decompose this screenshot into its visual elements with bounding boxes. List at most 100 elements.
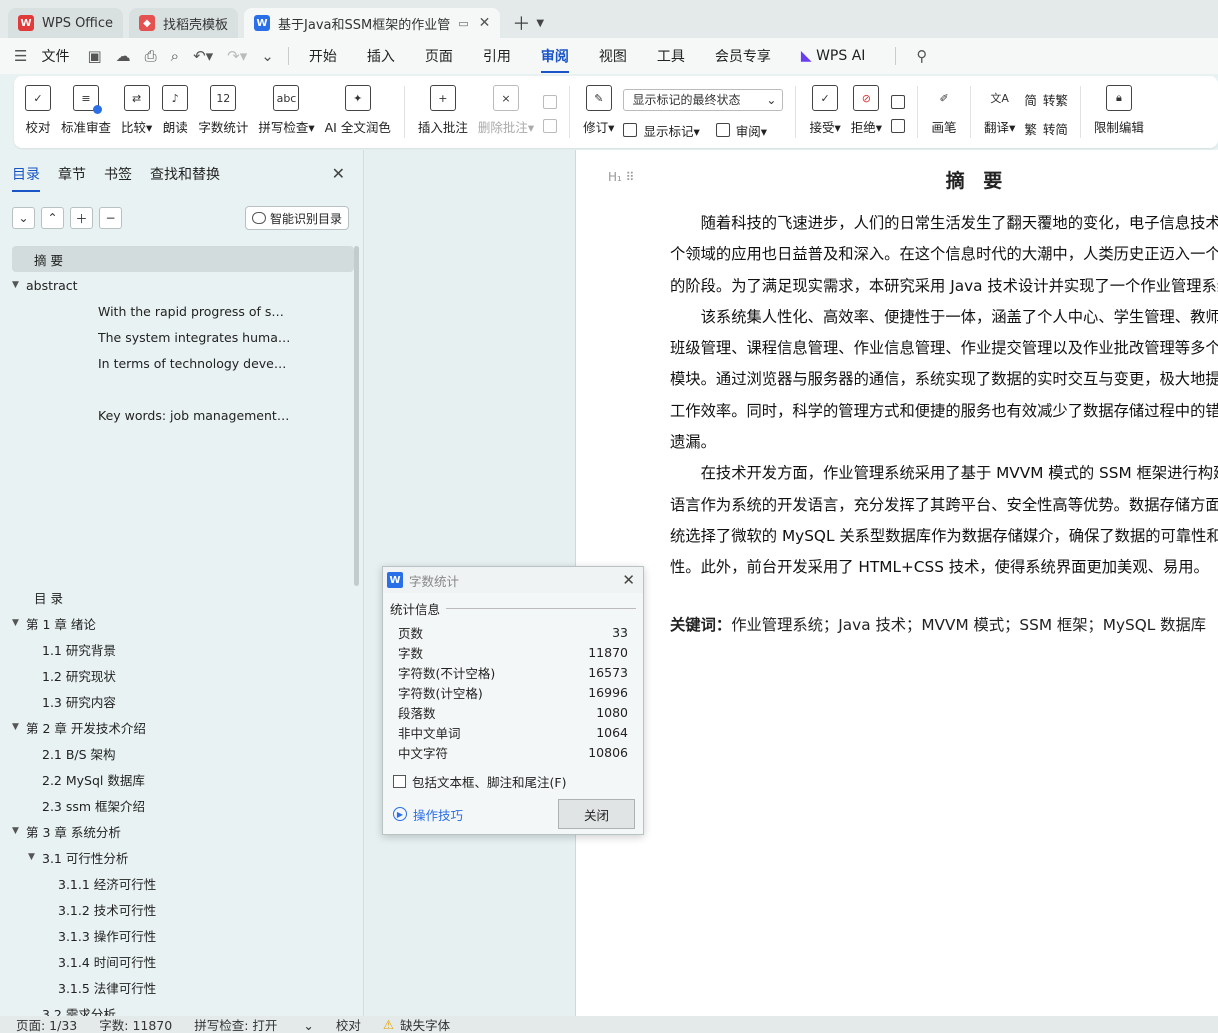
chevron-down-icon[interactable]: ▼ <box>536 18 544 29</box>
close-tab-icon[interactable]: ✕ <box>479 15 491 31</box>
toc-item[interactable]: 1.2 研究现状 <box>12 662 354 688</box>
delete-comment-button[interactable]: × 删除批注▾ <box>473 80 539 148</box>
read-aloud-button[interactable]: ♪ 朗读 <box>157 80 193 148</box>
save-icon[interactable]: ▣ <box>87 47 101 65</box>
expand-down-button[interactable]: ⌄ <box>12 207 35 229</box>
toc-item[interactable]: 目 录 <box>12 584 354 610</box>
proof-status[interactable]: 校对 <box>336 1015 361 1033</box>
next-comment-icon[interactable] <box>543 119 558 133</box>
expand-arrow-icon[interactable]: ▼ <box>12 618 26 628</box>
standard-review-button[interactable]: ≡ 标准审查 <box>56 80 116 148</box>
expand-arrow-icon[interactable]: ▼ <box>12 826 26 836</box>
tab-toc[interactable]: 目录 <box>12 164 40 192</box>
scrollbar[interactable] <box>354 246 359 586</box>
toc-item[interactable]: 3.1.2 技术可行性 <box>12 896 354 922</box>
word-count-indicator[interactable]: 字数: 11870 <box>99 1015 172 1033</box>
page-indicator[interactable]: 页面: 1/33 <box>16 1015 77 1033</box>
prev-change-icon[interactable] <box>891 95 906 109</box>
insert-comment-button[interactable]: + 插入批注 <box>413 80 473 148</box>
toc-item[interactable]: 3.1.3 操作可行性 <box>12 922 354 948</box>
toc-item[interactable]: The system integrates huma… <box>12 324 354 350</box>
toc-item[interactable]: 3.1.1 经济可行性 <box>12 870 354 896</box>
expand-arrow-icon[interactable]: ▼ <box>12 280 26 290</box>
cloud-icon[interactable]: ☁ <box>116 47 131 65</box>
include-textbox-checkbox[interactable]: 包括文本框、脚注和尾注(F) <box>393 772 643 791</box>
add-heading-button[interactable]: ＋ <box>70 207 93 229</box>
show-markup-icon <box>623 123 638 137</box>
tips-link[interactable]: ▶ 操作技巧 <box>393 805 463 824</box>
document-page[interactable]: H₁ ⠿ 摘 要 随着科技的飞速进步，人们的日常生活发生了翻天覆地的变化，电子信… <box>575 150 1218 1016</box>
search-icon[interactable]: ⚲ <box>916 47 927 65</box>
ai-proofread-button[interactable]: ✦ AI 全文润色 <box>320 80 396 148</box>
toc-item[interactable]: ▼ 第 3 章 系统分析 <box>12 818 354 844</box>
collapse-up-button[interactable]: ⌃ <box>41 207 64 229</box>
close-icon[interactable]: ✕ <box>332 164 345 183</box>
menu-member[interactable]: 会员专享 <box>715 46 771 66</box>
toc-item[interactable]: 2.2 MySql 数据库 <box>12 766 354 792</box>
redo-icon[interactable]: ↷▾ <box>227 47 247 65</box>
print-icon[interactable]: ⎙ <box>145 47 157 65</box>
toc-item[interactable]: Key words: job management… <box>12 402 354 428</box>
undo-icon[interactable]: ↶▾ <box>193 47 213 65</box>
smart-toc-button[interactable]: 智能识别目录 <box>244 206 349 230</box>
menu-wps-ai[interactable]: ◣ WPS AI <box>801 48 866 64</box>
toc-item[interactable]: ▼ 3.1 可行性分析 <box>12 844 354 870</box>
print-preview-icon[interactable]: ⌕ <box>171 47 179 65</box>
show-markup-button[interactable]: 显示标记▾ <box>643 121 699 140</box>
accept-button[interactable]: ✓ 接受▾ <box>804 80 845 148</box>
menu-file[interactable]: 文件 <box>41 46 69 66</box>
menu-references[interactable]: 引用 <box>483 46 511 66</box>
next-change-icon[interactable] <box>891 119 906 133</box>
tab-document[interactable]: W 基于Java和SSM框架的作业管 ▭ ✕ <box>244 8 501 38</box>
new-tab-button[interactable]: ＋ ▼ <box>506 8 550 38</box>
to-simplified-button[interactable]: 繁转简 <box>1024 119 1068 138</box>
prev-comment-icon[interactable] <box>543 95 558 109</box>
toc-item[interactable]: ▼ abstract <box>12 272 354 298</box>
spell-check-button[interactable]: abc 拼写检查▾ <box>253 80 319 148</box>
more-chevron-icon[interactable]: ⌄ <box>261 47 274 65</box>
toc-item[interactable]: 3.1.4 时间可行性 <box>12 948 354 974</box>
to-traditional-button[interactable]: 简转繁 <box>1024 90 1068 109</box>
toc-item[interactable]: 1.1 研究背景 <box>12 636 354 662</box>
expand-arrow-icon[interactable]: ▼ <box>12 722 26 732</box>
menu-home[interactable]: 开始 <box>309 46 337 66</box>
menu-insert[interactable]: 插入 <box>367 46 395 66</box>
menu-review[interactable]: 审阅 <box>540 46 569 73</box>
menu-tools[interactable]: 工具 <box>657 46 685 66</box>
toc-item[interactable]: ▼ 第 1 章 绪论 <box>12 610 354 636</box>
close-button[interactable]: 关闭 <box>558 799 635 829</box>
toc-item[interactable]: 1.3 研究内容 <box>12 688 354 714</box>
tab-wps-office[interactable]: W WPS Office <box>8 8 124 38</box>
proofread-button[interactable]: ✓ 校对 <box>20 80 56 148</box>
brush-button[interactable]: ✐ 画笔 <box>926 80 962 148</box>
toc-item[interactable]: 2.3 ssm 框架介绍 <box>12 792 354 818</box>
toc-item[interactable]: 2.1 B/S 架构 <box>12 740 354 766</box>
checkbox-box[interactable] <box>393 775 406 788</box>
track-changes-button[interactable]: ✎ 修订▾ <box>578 80 619 148</box>
tab-find-replace[interactable]: 查找和替换 <box>150 164 220 184</box>
tab-sections[interactable]: 章节 <box>58 164 86 184</box>
menu-view[interactable]: 视图 <box>599 46 627 66</box>
word-count-button[interactable]: 12 字数统计 <box>193 80 253 148</box>
hamburger-icon[interactable]: ☰ <box>14 47 27 65</box>
missing-font-status[interactable]: 缺失字体 <box>400 1015 450 1033</box>
toc-item[interactable]: 摘 要 <box>12 246 354 272</box>
tab-bookmarks[interactable]: 书签 <box>104 164 132 184</box>
tab-template[interactable]: ◆ 找稻壳模板 <box>129 8 239 38</box>
toc-item[interactable]: In terms of technology deve… <box>12 350 354 376</box>
spell-check-status[interactable]: 拼写检查: 打开 ⌄ <box>194 1015 314 1033</box>
restrict-edit-button[interactable]: 🔒︎ 限制编辑 <box>1089 80 1149 148</box>
menu-page[interactable]: 页面 <box>425 46 453 66</box>
dialog-titlebar[interactable]: W 字数统计 ✕ <box>383 567 643 593</box>
remove-heading-button[interactable]: − <box>99 207 122 229</box>
close-icon[interactable]: ✕ <box>622 571 635 589</box>
toc-item[interactable]: 3.1.5 法律可行性 <box>12 974 354 1000</box>
display-markup-select[interactable]: 显示标记的最终状态 ⌄ <box>623 88 784 111</box>
expand-arrow-icon[interactable]: ▼ <box>28 852 42 862</box>
reject-button[interactable]: ⊘ 拒绝▾ <box>846 80 887 148</box>
toc-item[interactable]: With the rapid progress of s… <box>12 298 354 324</box>
translate-button[interactable]: 文A 翻译▾ <box>979 80 1020 148</box>
review-pane-button[interactable]: 审阅▾ <box>736 121 767 140</box>
compare-button[interactable]: ⇄ 比较▾ <box>116 80 157 148</box>
toc-item[interactable]: ▼ 第 2 章 开发技术介绍 <box>12 714 354 740</box>
